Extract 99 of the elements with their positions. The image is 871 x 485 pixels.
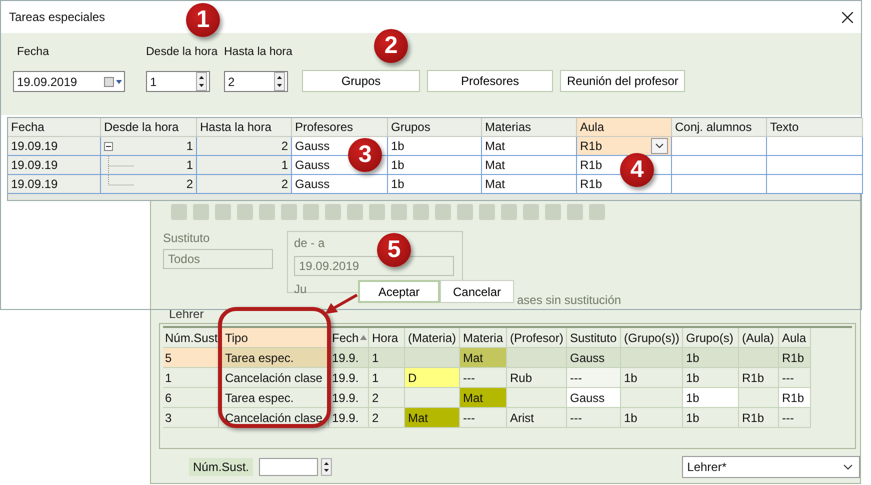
weekday-label: Ju <box>294 282 307 296</box>
group-label: Lehrer <box>169 307 205 321</box>
option-label: ases sin sustitución <box>517 293 622 307</box>
range-label: de - a <box>294 236 325 250</box>
table-cell <box>739 348 779 368</box>
substitute-dropdown[interactable]: Todos <box>163 249 273 269</box>
cell-text: R1b <box>580 157 602 174</box>
table-cell: Cancelación clase <box>219 368 329 388</box>
column-header[interactable]: Profesores <box>292 118 388 137</box>
table-cell: R1b <box>779 348 811 368</box>
dialog-button[interactable]: Cancelar <box>440 280 514 303</box>
from-hour-label: Desde la hora <box>146 46 219 60</box>
column-header[interactable]: Conj. alumnos <box>672 118 767 137</box>
count-field[interactable] <box>259 458 318 476</box>
cell-text: 19.09.19 <box>11 157 58 174</box>
table-cell: 19.9. <box>329 348 369 368</box>
sort-icon <box>360 335 367 340</box>
table-cell: --- <box>567 408 621 428</box>
close-icon[interactable] <box>842 12 853 22</box>
table-cell: 1b <box>683 388 739 408</box>
table-cell: Mat <box>460 348 507 368</box>
column-header[interactable]: Texto <box>767 118 863 137</box>
to-hour-field[interactable]: 2 <box>224 71 288 92</box>
cell-text: R1b <box>580 176 602 193</box>
dialog-button[interactable]: Aceptar <box>358 280 440 303</box>
table-cell: Gauss <box>567 388 621 408</box>
count-label: Núm.Sust. <box>189 458 254 476</box>
calendar-icon <box>104 76 122 86</box>
cell-text: Mat <box>485 176 506 193</box>
cell-text: R1b <box>580 138 602 155</box>
substitute-label: Sustituto <box>163 231 210 245</box>
table-cell: --- <box>779 408 811 428</box>
cell-text: 1 <box>281 157 288 174</box>
column-header[interactable]: Aula <box>577 118 672 137</box>
table-cell: R1b <box>739 408 779 428</box>
table-cell: Gauss <box>567 348 621 368</box>
spinner-icon[interactable] <box>274 72 285 91</box>
table-cell: 5 <box>163 348 219 368</box>
column-header[interactable]: Fecha <box>8 118 101 137</box>
filter-button[interactable]: Reunión del profesor <box>560 70 686 92</box>
cell-text: Mat <box>485 157 506 174</box>
cell-text: Gauss <box>295 138 330 155</box>
table-cell: Mat <box>460 388 507 408</box>
pointer-arrow <box>324 294 358 316</box>
cell-text: 1b <box>391 176 404 193</box>
collapse-icon[interactable] <box>104 142 113 151</box>
table-cell <box>507 348 567 368</box>
filter-button[interactable]: Grupos <box>302 70 420 92</box>
cell-text: 1 <box>186 157 193 174</box>
table-cell: 6 <box>163 388 219 408</box>
cell-text: 19.09.19 <box>11 176 58 193</box>
date-field[interactable]: 19.09.2019 <box>294 256 454 276</box>
table-cell: 1 <box>369 348 405 368</box>
table-cell: 19.9. <box>329 368 369 388</box>
spinner-icon[interactable] <box>196 72 207 91</box>
table-cell: 1b <box>621 408 683 428</box>
date-label: Fecha <box>16 46 50 60</box>
column-header[interactable]: Hasta la hora <box>197 118 292 137</box>
column-header[interactable]: Grupos <box>388 118 482 137</box>
table-cell: R1b <box>779 388 811 408</box>
table-cell: 1b <box>621 368 683 388</box>
dropdown-icon[interactable] <box>651 138 668 154</box>
cell-text: Mat <box>485 138 506 155</box>
column-header[interactable]: Desde la hora <box>101 118 197 137</box>
table-cell: 3 <box>163 408 219 428</box>
table-cell: 19.9. <box>329 388 369 408</box>
cell-text: 2 <box>281 176 288 193</box>
table-cell <box>405 348 460 368</box>
table-cell <box>621 348 683 368</box>
window-title: Tareas especiales <box>9 10 106 24</box>
table-cell: --- <box>567 368 621 388</box>
table-cell: Arist <box>507 408 567 428</box>
table-cell: 1 <box>163 368 219 388</box>
table-cell: 19.9. <box>329 408 369 428</box>
cell-text: Gauss <box>295 157 330 174</box>
cell-text: 19.09.19 <box>11 138 58 155</box>
cell-text: 1b <box>391 157 404 174</box>
date-picker[interactable]: 19.09.2019 <box>13 71 125 92</box>
spinner-icon[interactable] <box>321 458 332 476</box>
table-cell: 1b <box>683 348 739 368</box>
cell-text: 1 <box>186 138 193 155</box>
column-header[interactable]: Materias <box>482 118 577 137</box>
to-hour-label: Hasta la hora <box>224 46 294 60</box>
table-cell: Mat <box>405 408 460 428</box>
chevron-icon <box>843 464 853 470</box>
cell-text: 2 <box>186 176 193 193</box>
table-cell: R1b <box>739 368 779 388</box>
cell-text: 2 <box>281 138 288 155</box>
table-cell: Cancelación clase <box>219 408 329 428</box>
cell-text: 1b <box>391 138 404 155</box>
filter-button[interactable]: Profesores <box>427 70 553 92</box>
view-dropdown[interactable]: Lehrer* <box>682 456 860 478</box>
table-cell: D <box>405 368 460 388</box>
cell-text: Gauss <box>295 176 330 193</box>
table-cell: --- <box>460 408 507 428</box>
table-cell: 2 <box>369 388 405 408</box>
from-hour-field[interactable]: 1 <box>146 71 210 92</box>
table-cell: Tarea espec. <box>219 388 329 408</box>
table-cell: 1b <box>683 408 739 428</box>
